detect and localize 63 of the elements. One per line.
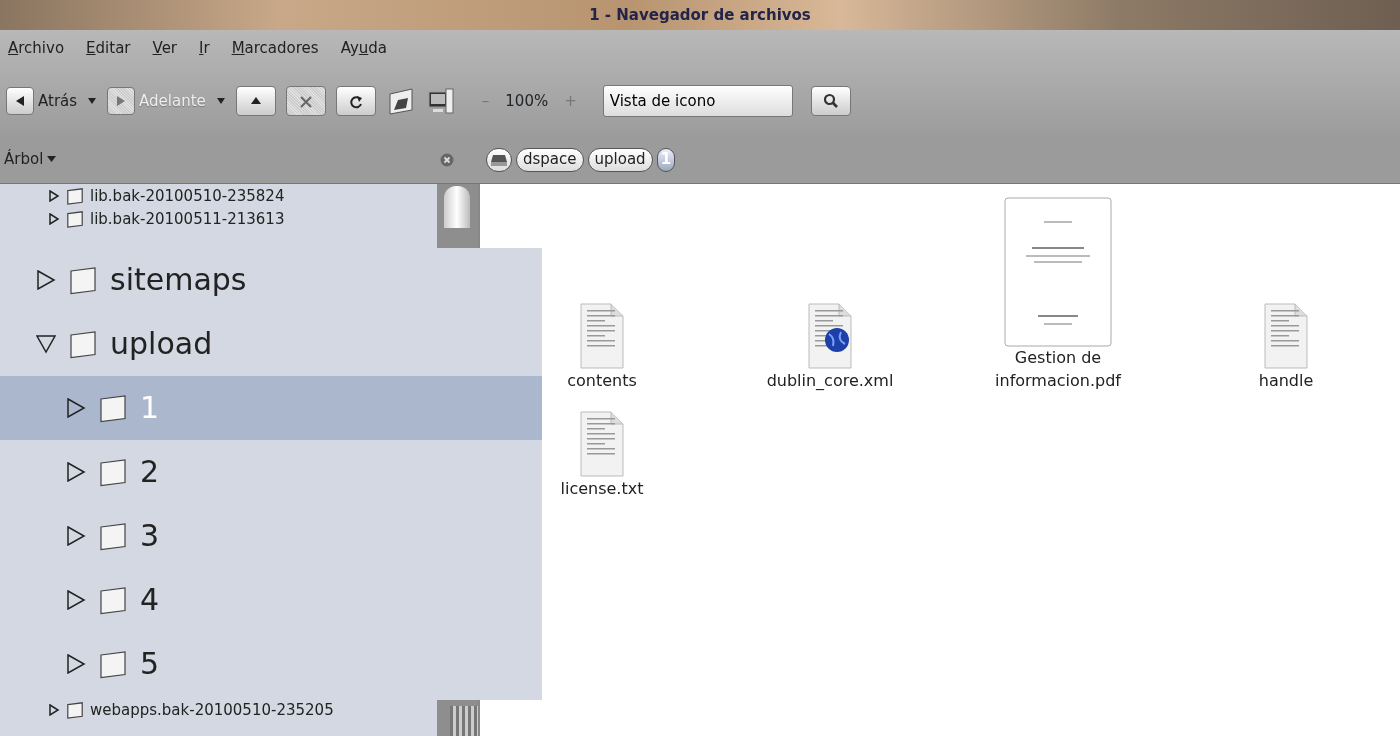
expand-icon[interactable] — [66, 590, 86, 610]
left-arrow-icon — [14, 95, 26, 107]
menu-item[interactable]: Ayuda — [340, 36, 387, 60]
up-button[interactable] — [235, 86, 276, 116]
text-file-icon — [1263, 301, 1309, 370]
folder-icon — [68, 265, 98, 295]
expand-icon[interactable] — [36, 270, 56, 290]
tree-item[interactable]: lib.bak-20100510-235824 — [90, 184, 285, 208]
search-button[interactable] — [810, 86, 851, 116]
tree-row[interactable]: sitemaps — [0, 248, 542, 312]
folder-icon — [98, 521, 128, 551]
path-button[interactable] — [486, 147, 512, 172]
menu-item[interactable]: Marcadores — [231, 36, 319, 60]
folder-icon — [66, 210, 84, 228]
resize-handle[interactable] — [450, 706, 478, 736]
file-name[interactable]: dublin_core.xml — [766, 369, 894, 392]
menu-item[interactable]: Editar — [86, 36, 131, 60]
view-select[interactable]: Vista de icono — [602, 85, 793, 117]
folder-icon — [68, 329, 98, 359]
reload-button[interactable] — [335, 86, 376, 116]
folder-icon — [98, 585, 128, 615]
drive-icon — [490, 152, 508, 167]
expand-icon[interactable] — [66, 398, 86, 418]
tree-row[interactable]: upload — [0, 312, 542, 376]
expand-icon[interactable] — [48, 213, 60, 225]
expand-icon[interactable] — [66, 526, 86, 546]
folder-icon — [98, 393, 128, 423]
expand-icon[interactable] — [48, 190, 60, 202]
folder-icon — [66, 187, 84, 205]
computer-icon[interactable] — [425, 86, 456, 116]
window-title: 1 - Navegador de archivos — [589, 4, 811, 26]
menu-item[interactable]: Ir — [199, 36, 210, 60]
search-icon — [822, 93, 839, 109]
tree-row[interactable]: 5 — [0, 632, 542, 696]
folder-icon — [98, 457, 128, 487]
tree-row[interactable]: 3 — [0, 504, 542, 568]
expand-icon[interactable] — [66, 654, 86, 674]
path-button[interactable]: dspace — [516, 147, 584, 172]
menu-item[interactable]: Archivo — [8, 36, 65, 60]
text-file-icon — [579, 409, 625, 478]
tree-item[interactable]: lib.bak-20100511-213613 — [90, 207, 285, 231]
file-name[interactable]: license.txt — [560, 477, 644, 500]
menu-item[interactable]: Ver — [152, 36, 178, 60]
collapse-icon[interactable] — [36, 334, 56, 354]
xml-file-icon — [807, 301, 853, 370]
close-icon[interactable] — [440, 152, 454, 167]
tree-item[interactable]: webapps.bak-20100510-235205 — [90, 698, 334, 722]
folder-icon — [98, 649, 128, 679]
text-file-icon — [579, 301, 625, 370]
expand-icon[interactable] — [66, 462, 86, 482]
caret-icon — [47, 156, 57, 163]
zoom-level: 100% — [505, 90, 549, 112]
sidebar-select[interactable]: Árbol — [4, 148, 57, 171]
path-button[interactable]: upload — [587, 147, 653, 172]
tree-row[interactable]: 4 — [0, 568, 542, 632]
expand-icon[interactable] — [48, 704, 60, 716]
file-name[interactable]: handle — [1258, 369, 1314, 392]
file-name[interactable]: Gestion de informacion.pdf — [973, 347, 1143, 392]
tree-row[interactable]: 2 — [0, 440, 542, 504]
file-name[interactable]: contents — [567, 369, 637, 392]
scroll-thumb[interactable] — [444, 186, 471, 228]
back-button[interactable]: Atrás — [6, 87, 78, 115]
caret-icon[interactable] — [87, 97, 98, 105]
